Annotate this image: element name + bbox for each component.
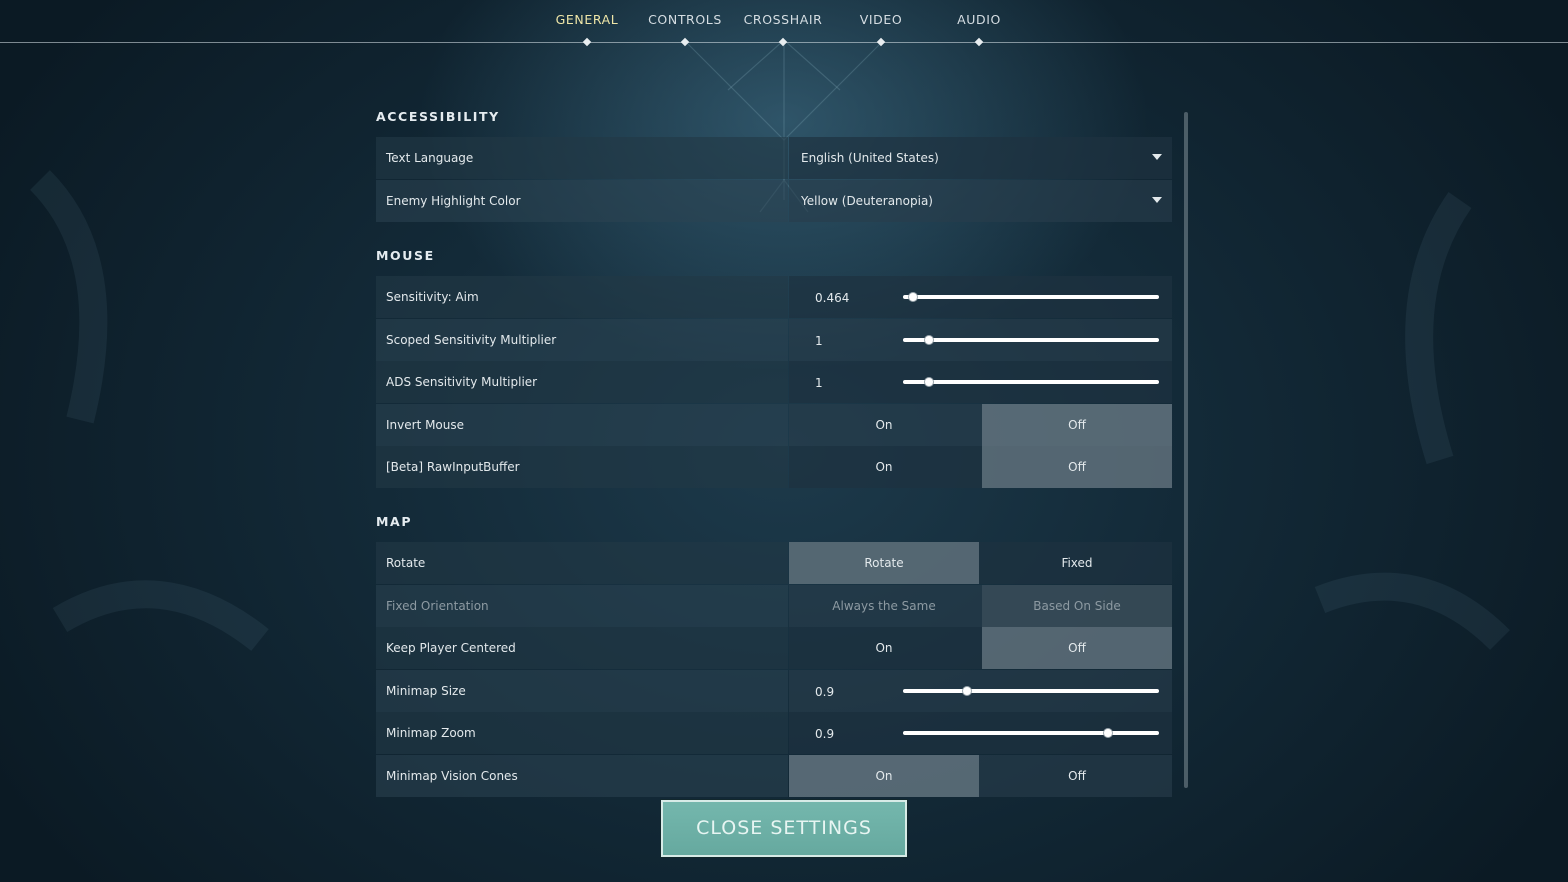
setting-keep-player-centered: Keep Player Centered On Off bbox=[376, 627, 1172, 669]
keep-centered-on-button[interactable]: On bbox=[789, 627, 979, 669]
sensitivity-aim-slider[interactable] bbox=[903, 292, 1159, 302]
setting-label: ADS Sensitivity Multiplier bbox=[386, 375, 538, 389]
invert-mouse-off-button[interactable]: Off bbox=[982, 404, 1172, 446]
dropdown-value: English (United States) bbox=[801, 151, 939, 165]
caret-down-icon bbox=[1152, 154, 1162, 160]
slider-thumb[interactable] bbox=[908, 292, 919, 302]
setting-label: Enemy Highlight Color bbox=[386, 194, 521, 208]
ads-sensitivity-slider[interactable] bbox=[903, 377, 1159, 387]
setting-scoped-sensitivity: Scoped Sensitivity Multiplier 1 bbox=[376, 319, 1172, 361]
orientation-always-same-button[interactable]: Always the Same bbox=[789, 585, 979, 627]
setting-sensitivity-aim: Sensitivity: Aim 0.464 bbox=[376, 276, 1172, 318]
slider-thumb[interactable] bbox=[1102, 728, 1113, 738]
map-rotate-button[interactable]: Rotate bbox=[789, 542, 979, 584]
setting-minimap-size: Minimap Size 0.9 bbox=[376, 670, 1172, 712]
tab-crosshair[interactable]: CROSSHAIR bbox=[744, 12, 823, 27]
tab-general[interactable]: GENERAL bbox=[556, 12, 619, 27]
slider-thumb[interactable] bbox=[923, 377, 934, 387]
scoped-sensitivity-slider[interactable] bbox=[903, 335, 1159, 345]
tab-crosshair-marker bbox=[778, 37, 788, 47]
setting-invert-mouse: Invert Mouse On Off bbox=[376, 404, 1172, 446]
close-settings-button[interactable]: CLOSE SETTINGS bbox=[660, 799, 908, 858]
slider-thumb[interactable] bbox=[923, 335, 934, 345]
section-title-map: MAP bbox=[376, 514, 413, 529]
keep-centered-off-button[interactable]: Off bbox=[982, 627, 1172, 669]
setting-label: Text Language bbox=[386, 151, 474, 165]
tab-controls-marker bbox=[680, 37, 690, 47]
minimap-size-slider[interactable] bbox=[903, 686, 1159, 696]
vision-cones-on-button[interactable]: On bbox=[789, 755, 979, 797]
slider-value[interactable]: 0.464 bbox=[815, 291, 849, 305]
tab-audio[interactable]: AUDIO bbox=[957, 12, 1001, 27]
setting-label: Fixed Orientation bbox=[386, 599, 489, 613]
setting-minimap-zoom: Minimap Zoom 0.9 bbox=[376, 712, 1172, 754]
setting-raw-input-buffer: [Beta] RawInputBuffer On Off bbox=[376, 446, 1172, 488]
minimap-zoom-slider[interactable] bbox=[903, 728, 1159, 738]
setting-text-language: Text Language English (United States) bbox=[376, 137, 1172, 179]
section-title-mouse: MOUSE bbox=[376, 248, 435, 263]
dropdown-value: Yellow (Deuteranopia) bbox=[801, 194, 933, 208]
setting-label: Sensitivity: Aim bbox=[386, 290, 479, 304]
setting-label: Minimap Zoom bbox=[386, 726, 476, 740]
slider-value[interactable]: 0.9 bbox=[815, 685, 834, 699]
setting-label: Rotate bbox=[386, 556, 426, 570]
invert-mouse-on-button[interactable]: On bbox=[789, 404, 979, 446]
setting-map-rotate: Rotate Rotate Fixed bbox=[376, 542, 1172, 584]
tab-video-marker bbox=[876, 37, 886, 47]
orientation-based-on-side-button[interactable]: Based On Side bbox=[982, 585, 1172, 627]
raw-input-on-button[interactable]: On bbox=[789, 446, 979, 488]
slider-thumb[interactable] bbox=[962, 686, 972, 696]
setting-label: Minimap Size bbox=[386, 684, 466, 698]
setting-label: Invert Mouse bbox=[386, 418, 465, 432]
text-language-dropdown[interactable]: English (United States) bbox=[789, 137, 1172, 179]
setting-ads-sensitivity: ADS Sensitivity Multiplier 1 bbox=[376, 361, 1172, 403]
slider-value[interactable]: 1 bbox=[815, 334, 823, 348]
setting-label: Keep Player Centered bbox=[386, 641, 516, 655]
setting-label: Scoped Sensitivity Multiplier bbox=[386, 333, 557, 347]
vision-cones-off-button[interactable]: Off bbox=[982, 755, 1172, 797]
settings-scrollbar[interactable] bbox=[1184, 112, 1188, 788]
enemy-highlight-dropdown[interactable]: Yellow (Deuteranopia) bbox=[789, 180, 1172, 222]
caret-down-icon bbox=[1152, 197, 1162, 203]
raw-input-off-button[interactable]: Off bbox=[982, 446, 1172, 488]
map-fixed-button[interactable]: Fixed bbox=[982, 542, 1172, 584]
setting-label: [Beta] RawInputBuffer bbox=[386, 460, 520, 474]
tab-audio-marker bbox=[974, 37, 984, 47]
slider-value[interactable]: 1 bbox=[815, 376, 823, 390]
section-title-accessibility: ACCESSIBILITY bbox=[376, 109, 500, 124]
tab-controls[interactable]: CONTROLS bbox=[648, 12, 722, 27]
top-nav: GENERAL CONTROLS CROSSHAIR VIDEO AUDIO bbox=[0, 0, 1568, 47]
tab-general-marker bbox=[582, 37, 592, 47]
setting-label: Minimap Vision Cones bbox=[386, 769, 518, 783]
setting-enemy-highlight-color: Enemy Highlight Color Yellow (Deuteranop… bbox=[376, 180, 1172, 222]
tab-video[interactable]: VIDEO bbox=[860, 12, 903, 27]
slider-value[interactable]: 0.9 bbox=[815, 727, 834, 741]
setting-minimap-vision-cones: Minimap Vision Cones On Off bbox=[376, 755, 1172, 797]
setting-fixed-orientation: Fixed Orientation Always the Same Based … bbox=[376, 585, 1172, 627]
